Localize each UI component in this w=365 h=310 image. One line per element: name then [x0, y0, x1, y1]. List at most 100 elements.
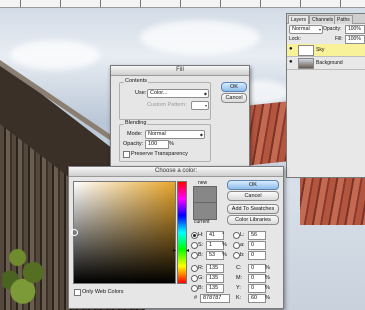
k-unit: %	[265, 295, 270, 301]
layer-name: Sky	[316, 47, 325, 53]
fill-opacity-field[interactable]: 100	[145, 140, 169, 149]
lock-label: Lock:	[289, 36, 301, 42]
red-radio[interactable]	[191, 265, 198, 272]
y-field[interactable]: 0	[248, 284, 266, 293]
only-web-colors-label: Only Web Colors	[82, 289, 124, 295]
g-field[interactable]: 135	[206, 274, 224, 283]
layer-name: Background	[316, 60, 343, 66]
k-label: K:	[236, 295, 242, 301]
preserve-transparency-checkbox[interactable]	[123, 151, 130, 158]
color-libraries-button[interactable]: Color Libraries	[227, 215, 279, 225]
opacity-unit: %	[169, 141, 174, 147]
chevron-down-icon: ◆	[199, 132, 203, 137]
blending-label: Blending	[124, 120, 148, 126]
custom-pattern-picker[interactable]: ▾	[191, 101, 209, 110]
blue-field[interactable]: 135	[206, 284, 224, 293]
color-field-cursor[interactable]	[71, 229, 78, 236]
hue-slider-left-arrow-icon[interactable]: ▸	[173, 247, 176, 254]
layer-row-sky[interactable]: ● Sky	[287, 44, 365, 57]
sky-cloud	[10, 40, 100, 70]
hex-field[interactable]: 878787	[200, 294, 230, 303]
custom-pattern-label: Custom Pattern:	[147, 102, 187, 108]
foliage	[2, 235, 54, 310]
ok-button[interactable]: OK	[221, 82, 247, 92]
lightness-radio[interactable]	[233, 232, 240, 239]
layer-thumbnail	[298, 45, 314, 56]
b-lab-field[interactable]: 0	[248, 251, 266, 260]
b-label: B:	[198, 252, 204, 258]
s-label: S:	[198, 242, 204, 248]
layer-fill-field[interactable]: 100%	[345, 35, 365, 44]
dialog-title: Choose a color:	[69, 167, 283, 177]
cancel-button[interactable]: Cancel	[227, 191, 279, 201]
chevron-down-icon: ▾	[318, 27, 321, 32]
m-label: M:	[236, 275, 243, 281]
use-value: Color...	[150, 90, 168, 96]
blend-mode-value: Normal	[292, 26, 310, 32]
y-label: Y:	[236, 285, 241, 291]
c-label: C:	[236, 265, 242, 271]
layer-opacity-field[interactable]: 100%	[345, 25, 365, 34]
fill-label: Fill:	[335, 36, 343, 42]
saturation-radio[interactable]	[191, 242, 198, 249]
r-label: R:	[198, 265, 204, 271]
c-field[interactable]: 0	[248, 264, 266, 273]
chevron-down-icon: ▾	[204, 103, 207, 108]
new-color-swatch	[193, 186, 217, 203]
color-field[interactable]	[71, 181, 176, 284]
hex-label: #	[194, 295, 198, 301]
tab-channels[interactable]: Channels	[309, 15, 337, 24]
s-unit: %	[222, 242, 227, 248]
tab-paths[interactable]: Paths	[334, 15, 353, 24]
opacity-label: Opacity:	[123, 141, 144, 147]
chevron-down-icon: ◆	[203, 91, 207, 96]
r-field[interactable]: 135	[206, 264, 224, 273]
h-label: H:	[198, 232, 204, 238]
a-label: a:	[240, 242, 245, 248]
cancel-button[interactable]: Cancel	[221, 93, 247, 103]
hue-slider[interactable]	[177, 181, 187, 284]
layers-panel: Layers Channels Paths Normal ▾ Opacity: 1…	[286, 13, 365, 178]
top-ruler	[0, 0, 365, 8]
h-unit: °	[222, 232, 225, 238]
b-lab-radio[interactable]	[233, 252, 240, 259]
only-web-colors-checkbox[interactable]	[74, 289, 81, 296]
l-label: L:	[240, 232, 245, 238]
blue-radio[interactable]	[191, 285, 198, 292]
add-to-swatches-button[interactable]: Add To Swatches	[227, 204, 279, 214]
m-field[interactable]: 0	[248, 274, 266, 283]
hue-slider-right-arrow-icon[interactable]: ◂	[186, 247, 189, 254]
current-color-swatch[interactable]	[193, 202, 217, 220]
green-radio[interactable]	[191, 275, 198, 282]
k-field[interactable]: 60	[248, 294, 266, 303]
m-unit: %	[265, 275, 270, 281]
g-label: G:	[198, 275, 204, 281]
y-unit: %	[265, 285, 270, 291]
fill-dialog: Fill Contents Use: Color... ◆ Custom Patt…	[110, 65, 250, 167]
mode-select[interactable]: Normal ◆	[145, 130, 205, 139]
current-label: current	[194, 219, 210, 225]
eye-icon[interactable]: ●	[289, 46, 295, 52]
use-label: Use:	[135, 90, 147, 96]
tab-layers[interactable]: Layers	[288, 15, 310, 24]
blue-label: B:	[198, 285, 204, 291]
b-lab-label: b:	[240, 252, 245, 258]
a-radio[interactable]	[233, 242, 240, 249]
layer-row-background[interactable]: ● Background	[287, 57, 365, 70]
panel-tabs: Layers Channels Paths	[287, 14, 365, 24]
sky-cloud	[140, 20, 260, 55]
ok-button[interactable]: OK	[227, 180, 279, 190]
layer-thumbnail	[298, 58, 314, 69]
blend-mode-select[interactable]: Normal ▾	[289, 25, 323, 34]
color-picker-dialog: Choose a color: ▸ ◂ new current OK Cance…	[68, 166, 284, 309]
brightness-radio[interactable]	[191, 252, 198, 259]
use-select[interactable]: Color... ◆	[147, 89, 209, 98]
l-field[interactable]: 56	[248, 231, 266, 240]
mode-label: Mode:	[127, 131, 143, 137]
dialog-title: Fill	[111, 66, 249, 76]
preserve-transparency-label: Preserve Transparency	[131, 151, 188, 157]
mode-value: Normal	[148, 131, 166, 137]
eye-icon[interactable]: ●	[289, 59, 295, 65]
a-field[interactable]: 0	[248, 241, 266, 250]
hue-radio[interactable]	[191, 232, 198, 239]
